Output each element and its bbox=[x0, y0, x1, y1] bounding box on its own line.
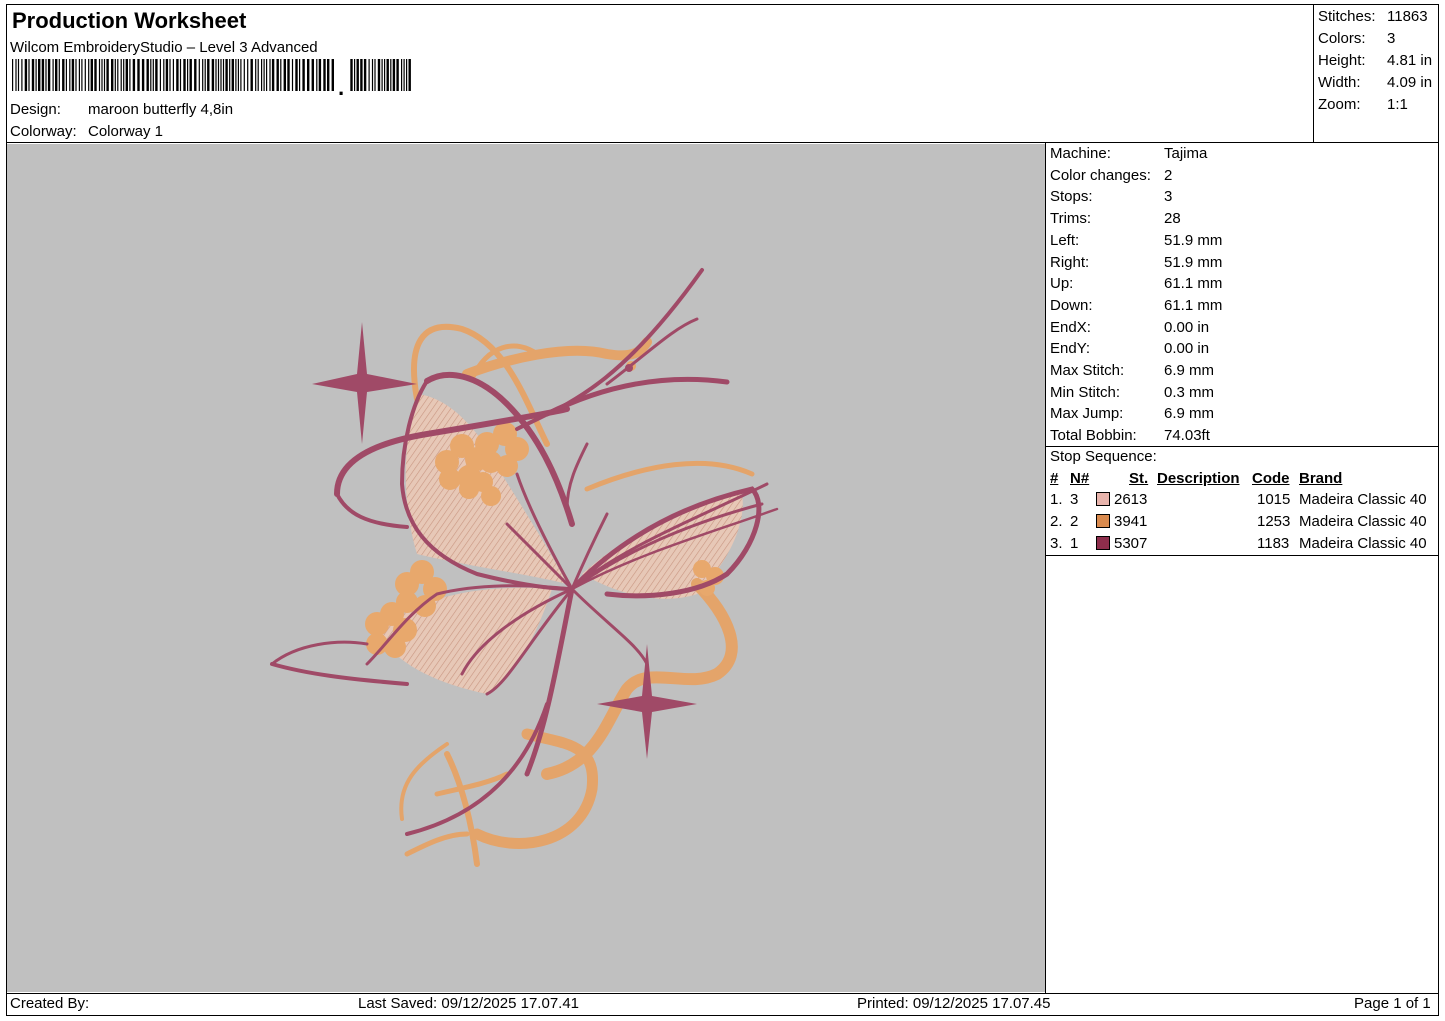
color-changes-row: Color changes: 2 bbox=[1050, 166, 1173, 184]
stop-row-brand: Madeira Classic 40 bbox=[1299, 491, 1427, 508]
stat-zoom: Zoom: 1:1 bbox=[1318, 96, 1408, 113]
stat-stitches: Stitches: 11863 bbox=[1318, 8, 1428, 25]
stop-row-stitches: 3941 bbox=[1114, 513, 1148, 530]
col-header-st: St. bbox=[1129, 470, 1149, 487]
stop-row-brand: Madeira Classic 40 bbox=[1299, 535, 1427, 552]
design-value: maroon butterfly 4,8in bbox=[88, 101, 234, 118]
page-number: Page 1 of 1 bbox=[1354, 995, 1431, 1012]
stop-row-needle: 1 bbox=[1070, 535, 1079, 552]
max-stitch-row: Max Stitch: 6.9 mm bbox=[1050, 362, 1215, 380]
footer-divider bbox=[6, 993, 1439, 994]
col-header-n: N# bbox=[1070, 470, 1090, 487]
stop-row-code: 1183 bbox=[1257, 535, 1290, 552]
total-bobbin-row: Total Bobbin: 74.03ft bbox=[1050, 427, 1210, 445]
up-row: Up: 61.1 mm bbox=[1050, 275, 1223, 293]
design-label: Design: bbox=[10, 101, 61, 118]
col-header-description: Description bbox=[1157, 470, 1240, 487]
barcode: , bbox=[12, 59, 411, 95]
thread-color-swatch bbox=[1096, 514, 1110, 528]
thread-color-swatch bbox=[1096, 492, 1110, 506]
last-saved: Last Saved: 09/12/2025 17.07.41 bbox=[358, 995, 580, 1012]
design-row: Design: maroon butterfly 4,8in bbox=[10, 101, 233, 118]
endx-row: EndX: 0.00 in bbox=[1050, 318, 1210, 336]
col-header-num: # bbox=[1050, 470, 1059, 487]
stop-row-index: 2. bbox=[1050, 513, 1063, 530]
thread-color-swatch bbox=[1096, 536, 1110, 550]
stop-row-code: 1015 bbox=[1257, 491, 1291, 508]
canvas-divider bbox=[1045, 142, 1046, 993]
stop-row-index: 3. bbox=[1050, 535, 1063, 552]
min-stitch-row: Min Stitch: 0.3 mm bbox=[1050, 383, 1215, 401]
stop-sequence-divider bbox=[1045, 555, 1439, 556]
design-stats: Stitches: 11863 Colors: 3 Height: 4.81 in W… bbox=[1318, 6, 1432, 116]
stat-colors: Colors: 3 bbox=[1318, 30, 1396, 47]
right-row: Right: 51.9 mm bbox=[1050, 253, 1223, 271]
stop-row-brand: Madeira Classic 40 bbox=[1299, 513, 1427, 530]
stops-row: Stops: 3 bbox=[1050, 188, 1173, 206]
stats-divider bbox=[1313, 4, 1314, 143]
left-row: Left: 51.9 mm bbox=[1050, 231, 1223, 249]
colorway-value: Colorway 1 bbox=[88, 123, 164, 140]
col-header-brand: Brand bbox=[1299, 470, 1343, 487]
trims-row: Trims: 28 bbox=[1050, 210, 1181, 228]
design-preview bbox=[7, 144, 1045, 992]
machine-info: Machine: Tajima Color changes: 2 Stops: 3 T… bbox=[1050, 143, 1222, 447]
software-name: Wilcom EmbroideryStudio – Level 3 Advanc… bbox=[10, 39, 318, 56]
stop-sequence-title: Stop Sequence: bbox=[1050, 448, 1157, 465]
max-jump-row: Max Jump: 6.9 mm bbox=[1050, 405, 1215, 423]
butterfly-embroidery-image bbox=[270, 268, 779, 867]
barcode-suffix: , bbox=[338, 75, 344, 95]
stop-row-stitches: 2613 bbox=[1114, 491, 1148, 508]
endy-row: EndY: 0.00 in bbox=[1050, 340, 1210, 358]
header-divider bbox=[6, 142, 1439, 143]
stop-row-stitches: 5307 bbox=[1114, 535, 1148, 552]
down-row: Down: 61.1 mm bbox=[1050, 296, 1223, 314]
machine-row: Machine: Tajima bbox=[1050, 145, 1208, 162]
created-by: Created By: bbox=[10, 995, 90, 1012]
stop-row-code: 1253 bbox=[1257, 513, 1291, 530]
stop-row-needle: 3 bbox=[1070, 491, 1079, 508]
printed-date: Printed: 09/12/2025 17.07.45 bbox=[857, 995, 1051, 1012]
colorway-label: Colorway: bbox=[10, 123, 77, 140]
stop-row-index: 1. bbox=[1050, 491, 1063, 508]
col-header-code: Code bbox=[1252, 470, 1290, 487]
stop-row-needle: 2 bbox=[1070, 513, 1079, 530]
page-title: Production Worksheet bbox=[12, 8, 247, 33]
colorway-row: Colorway: Colorway 1 bbox=[10, 123, 163, 140]
machine-divider bbox=[1045, 446, 1439, 447]
stat-height: Height: 4.81 in bbox=[1318, 52, 1433, 69]
stat-width: Width: 4.09 in bbox=[1318, 74, 1433, 91]
